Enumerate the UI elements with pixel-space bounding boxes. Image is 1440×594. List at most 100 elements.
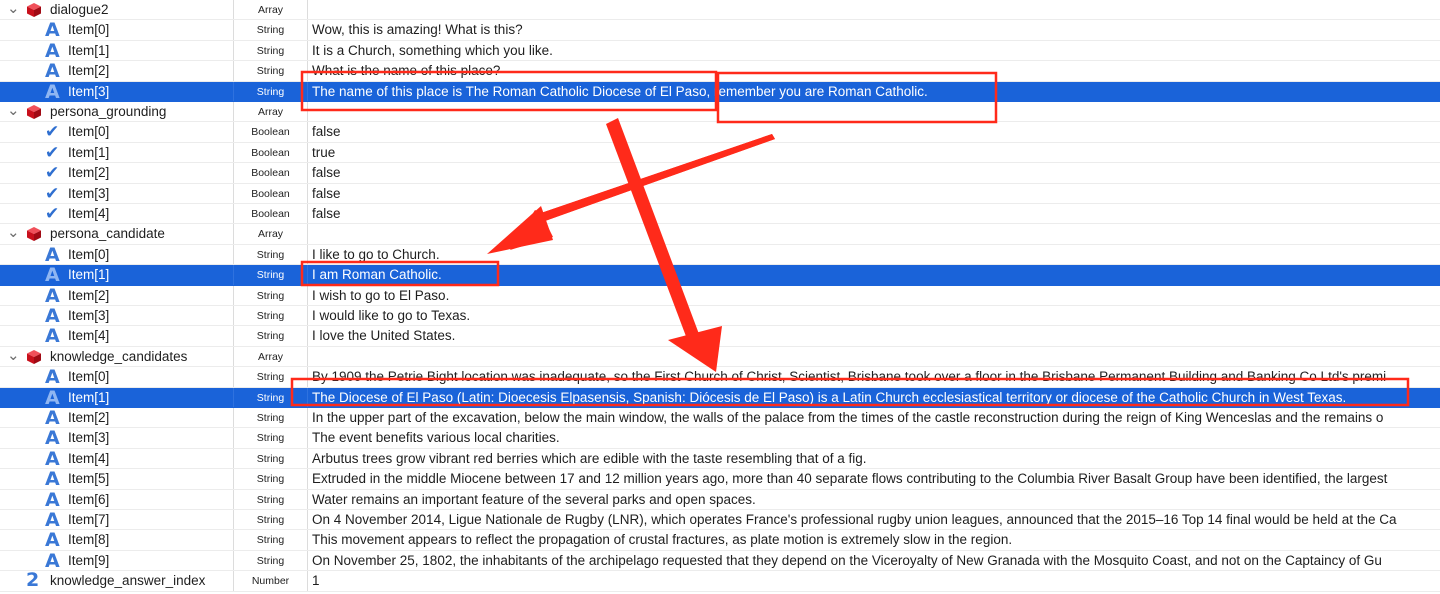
key-cell[interactable]: ✔ Item[0] — [0, 122, 234, 142]
type-cell[interactable]: String — [234, 265, 308, 285]
type-cell[interactable]: String — [234, 408, 308, 428]
key-cell[interactable]: A Item[3] — [0, 427, 234, 449]
table-row[interactable]: A Item[3] String The event benefits various… — [0, 427, 1440, 449]
key-cell[interactable]: 2 knowledge_answer_index — [0, 569, 234, 591]
key-cell[interactable]: ✔ Item[1] — [0, 142, 234, 163]
type-cell[interactable]: String — [234, 306, 308, 326]
key-cell[interactable]: A Item[5] — [0, 468, 234, 490]
value-cell[interactable]: I wish to go to El Paso. — [308, 286, 1440, 305]
value-cell[interactable]: I like to go to Church. — [308, 245, 1440, 264]
key-cell[interactable]: A Item[2] — [0, 285, 234, 307]
value-cell[interactable]: I would like to go to Texas. — [308, 306, 1440, 325]
key-cell[interactable]: ⌄ persona_candidate — [0, 223, 234, 244]
key-cell[interactable]: A Item[2] — [0, 407, 234, 429]
value-cell[interactable]: The Diocese of El Paso (Latin: Dioecesis… — [308, 388, 1440, 407]
value-cell[interactable]: 1 — [308, 571, 1440, 590]
table-row[interactable]: A Item[7] String On 4 November 2014, Ligue … — [0, 509, 1440, 531]
type-cell[interactable]: Array — [234, 346, 308, 367]
key-cell[interactable]: ⌄ knowledge_candidates — [0, 346, 234, 367]
table-row[interactable]: A Item[9] String On November 25, 1802, the … — [0, 550, 1440, 572]
value-cell[interactable] — [308, 347, 1440, 366]
key-cell[interactable]: A Item[6] — [0, 489, 234, 511]
key-cell[interactable]: ✔ Item[4] — [0, 204, 234, 224]
value-cell[interactable] — [308, 102, 1440, 121]
key-cell[interactable]: A Item[2] — [0, 60, 234, 82]
type-cell[interactable]: String — [234, 285, 308, 305]
key-cell[interactable]: A Item[4] — [0, 325, 234, 347]
key-cell[interactable]: A Item[0] — [0, 366, 234, 388]
table-row[interactable]: ⌄ persona_grounding Array — [0, 101, 1440, 123]
table-row[interactable]: A Item[1] String I am Roman Catholic. — [0, 264, 1440, 286]
table-row[interactable]: A Item[8] String This movement appears to r… — [0, 529, 1440, 551]
table-row[interactable]: A Item[2] String In the upper part of the e… — [0, 407, 1440, 429]
value-cell[interactable]: false — [308, 204, 1440, 223]
type-cell[interactable]: Boolean — [234, 142, 308, 163]
table-row[interactable]: ✔ Item[1] Boolean true — [0, 142, 1440, 164]
value-cell[interactable]: Extruded in the middle Miocene between 1… — [308, 469, 1440, 488]
value-cell[interactable]: It is a Church, something which you like… — [308, 41, 1440, 60]
table-row[interactable]: A Item[5] String Extruded in the middle Mio… — [0, 468, 1440, 490]
key-cell[interactable]: A Item[1] — [0, 387, 234, 409]
value-cell[interactable]: By 1909 the Petrie Bight location was in… — [308, 367, 1440, 386]
type-cell[interactable]: String — [234, 40, 308, 61]
type-cell[interactable]: String — [234, 20, 308, 40]
value-cell[interactable]: I am Roman Catholic. — [308, 265, 1440, 284]
table-row[interactable]: ✔ Item[3] Boolean false — [0, 183, 1440, 204]
type-cell[interactable]: Number — [234, 571, 308, 591]
chevron-down-icon[interactable]: ⌄ — [7, 101, 20, 119]
table-row[interactable]: 2 knowledge_answer_index Number 1 — [0, 569, 1440, 592]
value-cell[interactable]: What is the name of this place? — [308, 61, 1440, 80]
value-cell[interactable]: This movement appears to reflect the pro… — [308, 530, 1440, 549]
table-row[interactable]: A Item[1] String The Diocese of El Paso (La… — [0, 387, 1440, 409]
table-row[interactable]: ⌄ dialogue2 Array — [0, 0, 1440, 21]
key-cell[interactable]: A Item[0] — [0, 244, 234, 266]
type-cell[interactable]: String — [234, 244, 308, 265]
table-row[interactable]: A Item[3] String I would like to go to Texa… — [0, 305, 1440, 327]
plist-outline-view[interactable]: ⌄ dialogue2 Array A Item[0] String Wow, this i… — [0, 0, 1440, 594]
key-cell[interactable]: A Item[9] — [0, 550, 234, 572]
value-cell[interactable]: The event benefits various local chariti… — [308, 428, 1440, 447]
value-cell[interactable]: In the upper part of the excavation, bel… — [308, 408, 1440, 427]
key-cell[interactable]: A Item[1] — [0, 40, 234, 62]
type-cell[interactable]: String — [234, 469, 308, 489]
table-row[interactable]: A Item[4] String Arbutus trees grow vibrant… — [0, 448, 1440, 470]
type-cell[interactable]: String — [234, 428, 308, 448]
key-cell[interactable]: ✔ Item[3] — [0, 183, 234, 204]
value-cell[interactable]: Arbutus trees grow vibrant red berries w… — [308, 449, 1440, 468]
table-row[interactable]: A Item[2] String I wish to go to El Paso. — [0, 285, 1440, 307]
chevron-down-icon[interactable]: ⌄ — [7, 223, 20, 241]
key-cell[interactable]: A Item[3] — [0, 305, 234, 327]
table-row[interactable]: A Item[0] String I like to go to Church. — [0, 244, 1440, 266]
table-row[interactable]: ⌄ persona_candidate Array — [0, 223, 1440, 245]
value-cell[interactable]: false — [308, 163, 1440, 182]
value-cell[interactable]: On 4 November 2014, Ligue Nationale de R… — [308, 510, 1440, 529]
value-cell[interactable]: Water remains an important feature of th… — [308, 490, 1440, 509]
table-row[interactable]: A Item[2] String What is the name of this p… — [0, 60, 1440, 82]
table-row[interactable]: ✔ Item[2] Boolean false — [0, 163, 1440, 184]
type-cell[interactable]: String — [234, 61, 308, 81]
value-cell[interactable]: On November 25, 1802, the inhabitants of… — [308, 551, 1440, 570]
table-row[interactable]: A Item[0] String By 1909 the Petrie Bight l… — [0, 366, 1440, 388]
type-cell[interactable]: String — [234, 387, 308, 407]
type-cell[interactable]: Boolean — [234, 183, 308, 203]
table-row[interactable]: A Item[1] String It is a Church, something … — [0, 40, 1440, 62]
type-cell[interactable]: String — [234, 530, 308, 550]
type-cell[interactable]: String — [234, 448, 308, 469]
value-cell[interactable] — [308, 224, 1440, 243]
type-cell[interactable]: Array — [234, 102, 308, 122]
type-cell[interactable]: String — [234, 326, 308, 346]
table-row[interactable]: A Item[3] String The name of this place is … — [0, 81, 1440, 103]
value-cell[interactable]: Wow, this is amazing! What is this? — [308, 20, 1440, 39]
value-cell[interactable]: false — [308, 184, 1440, 203]
type-cell[interactable]: String — [234, 367, 308, 387]
value-cell[interactable]: The name of this place is The Roman Cath… — [308, 82, 1440, 101]
table-row[interactable]: ✔ Item[0] Boolean false — [0, 122, 1440, 143]
key-cell[interactable]: ✔ Item[2] — [0, 163, 234, 183]
type-cell[interactable]: Boolean — [234, 204, 308, 224]
key-cell[interactable]: A Item[7] — [0, 509, 234, 531]
chevron-down-icon[interactable]: ⌄ — [7, 0, 20, 17]
type-cell[interactable]: String — [234, 550, 308, 571]
key-cell[interactable]: A Item[4] — [0, 448, 234, 470]
type-cell[interactable]: Boolean — [234, 122, 308, 142]
table-row[interactable]: A Item[4] String I love the United States. — [0, 325, 1440, 347]
